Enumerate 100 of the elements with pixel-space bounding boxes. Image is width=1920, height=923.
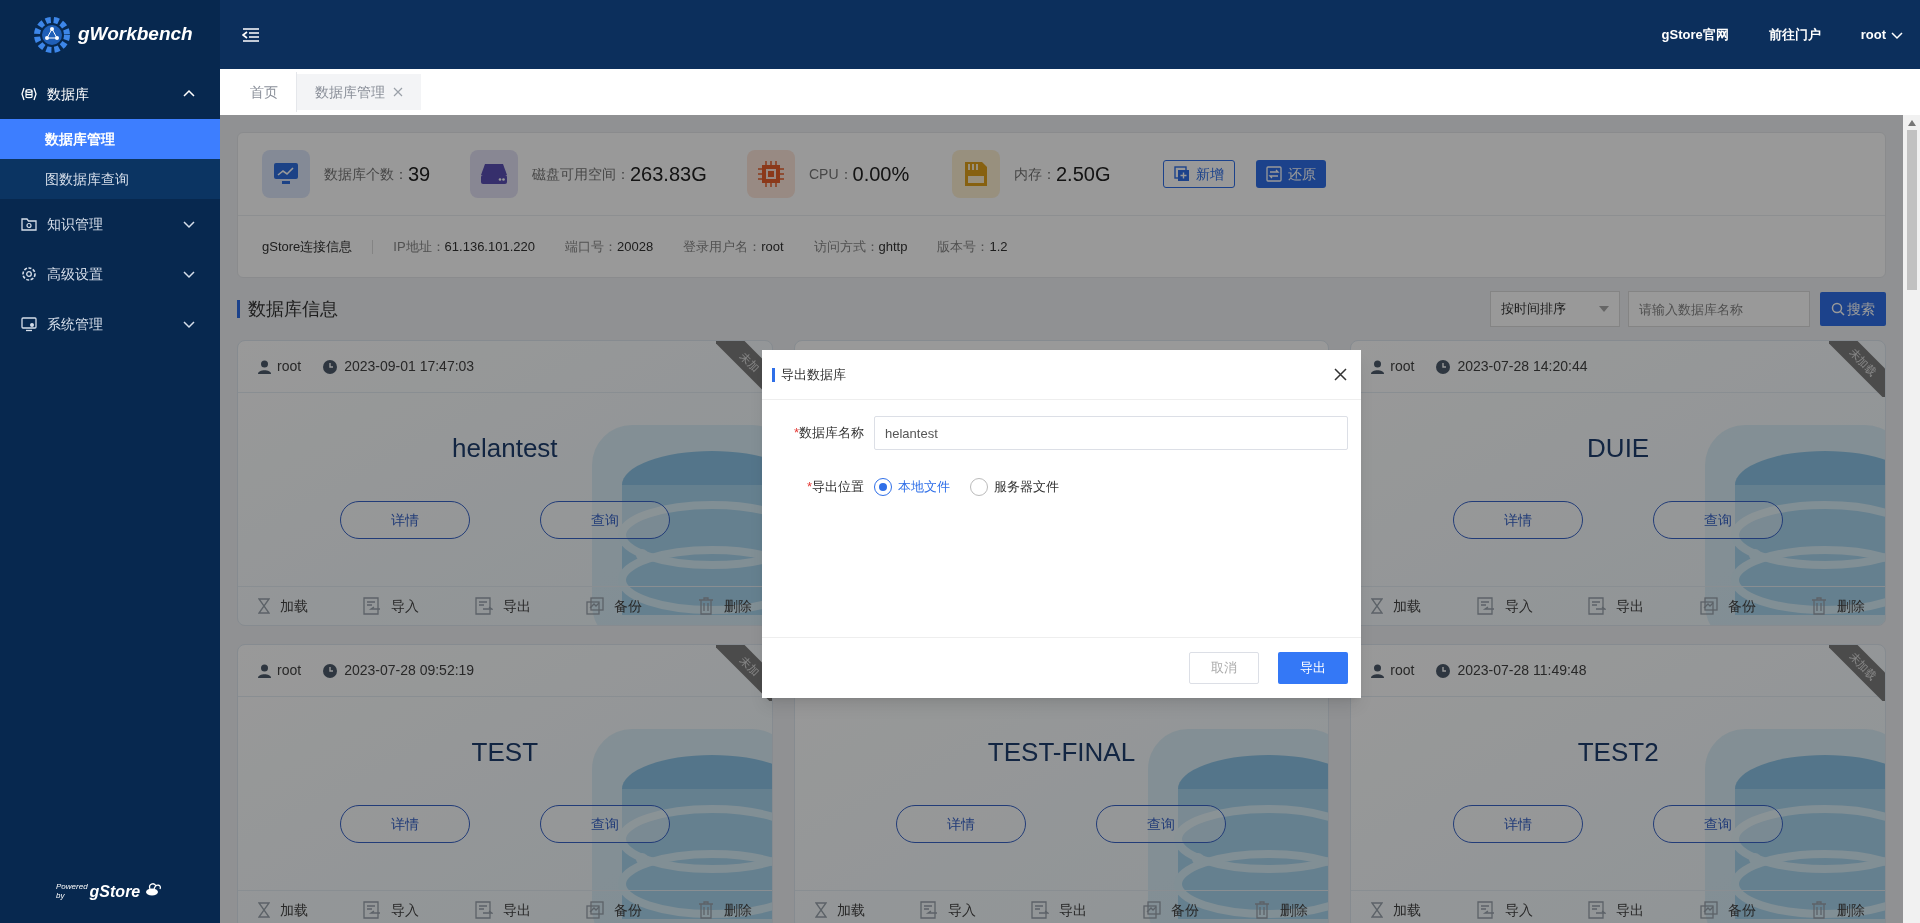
connection-field-value: 20028	[617, 237, 654, 256]
backup-icon	[1142, 901, 1161, 919]
restore-button[interactable]: 还原	[1256, 160, 1326, 188]
field-label: 导出位置	[812, 478, 864, 497]
database-name-field[interactable]: helantest	[874, 416, 1348, 450]
connection-field-value: 61.136.101.220	[444, 237, 535, 256]
card-tool-button[interactable]: 加载	[258, 899, 308, 921]
database-name: TEST	[471, 736, 539, 769]
search-icon	[1831, 302, 1845, 316]
card-tool-button[interactable]: 导出	[1031, 899, 1088, 921]
page-tab[interactable]: 数据库管理	[297, 74, 421, 110]
trash-icon	[1254, 901, 1271, 919]
card-tool-button[interactable]: 备份	[1699, 899, 1756, 921]
logo-icon	[32, 14, 72, 55]
connection-field-label: 访问方式：	[813, 237, 879, 256]
document-export-icon	[1588, 901, 1607, 919]
settings-icon	[21, 266, 37, 282]
card-tool-button[interactable]: 加载	[258, 595, 308, 617]
user-icon	[1371, 663, 1385, 678]
header-link[interactable]: gStore官网	[1661, 24, 1729, 45]
document-import-icon	[363, 597, 382, 615]
header-link[interactable]: 前往门户	[1768, 24, 1821, 45]
backup-icon	[1699, 597, 1718, 615]
menu-icon[interactable]	[242, 26, 260, 43]
clock-icon	[1436, 359, 1451, 374]
search-field[interactable]: 请输入数据库名称	[1628, 291, 1810, 327]
sidebar-menu-item[interactable]: 系统管理	[0, 299, 220, 349]
database-name: TEST-FINAL	[987, 736, 1136, 769]
card-tool-button[interactable]: 删除	[1254, 899, 1309, 921]
document-export-icon	[1588, 597, 1607, 615]
scrollbar[interactable]	[1903, 115, 1920, 923]
stat-value: 39	[408, 162, 431, 187]
sidebar-menu-item[interactable]: 高级设置	[0, 249, 220, 299]
connection-field-label: 版本号：	[937, 237, 990, 256]
backup-icon	[586, 901, 605, 919]
clock-icon	[323, 359, 338, 374]
powered-label: Powered	[56, 882, 88, 891]
clock-icon	[1436, 663, 1451, 678]
connection-field-label: 登录用户名：	[683, 237, 762, 256]
section-title: 数据库信息	[248, 297, 338, 321]
connection-field-value: root	[761, 237, 784, 256]
sidebar-menu-item[interactable]: 知识管理	[0, 199, 220, 249]
card-tool-button[interactable]: 备份	[586, 899, 643, 921]
card-tool-button[interactable]: 导出	[474, 899, 531, 921]
card-tool-button[interactable]: 备份	[1699, 595, 1756, 617]
hard-drive-icon	[480, 163, 508, 185]
sidebar-menu-item[interactable]: 数据库	[0, 69, 220, 119]
scrollbar-thumb[interactable]	[1906, 130, 1917, 290]
stat-label: 内存：	[1014, 164, 1056, 184]
add-button[interactable]: 新增	[1163, 160, 1235, 188]
card-tool-button[interactable]: 导入	[1476, 899, 1533, 921]
cancel-button[interactable]: 取消	[1189, 652, 1259, 684]
card-tool-button[interactable]: 删除	[697, 595, 752, 617]
caret-icon	[1599, 306, 1609, 312]
field-label: 数据库名称	[799, 424, 864, 443]
scroll-up-icon[interactable]	[1907, 120, 1916, 126]
sidebar-submenu-item[interactable]: 图数据库查询	[0, 159, 220, 199]
stat-value: 2.50G	[1056, 162, 1111, 187]
app-logo-text: gWorkbench	[78, 22, 193, 47]
card-tool-button[interactable]: 删除	[1810, 899, 1865, 921]
search-button[interactable]: 搜索	[1820, 292, 1886, 326]
stat-label: 数据库个数：	[324, 164, 408, 184]
card-tool-button[interactable]: 加载	[1371, 899, 1422, 921]
document-import-icon	[1476, 901, 1495, 919]
card-tool-button[interactable]: 加载	[1371, 595, 1422, 617]
monitor-chart-icon	[273, 162, 299, 186]
document-import-icon	[1476, 597, 1495, 615]
card-tool-button[interactable]: 导出	[1588, 595, 1645, 617]
sidebar-submenu-item[interactable]: 数据库管理	[0, 119, 220, 159]
memory-card-icon	[964, 161, 988, 187]
stat-value: 0.00%	[852, 162, 910, 187]
database-icon	[21, 86, 37, 102]
stat-label: CPU：	[809, 164, 853, 184]
clock-icon	[323, 663, 338, 678]
card-tool-button[interactable]: 导出	[474, 595, 531, 617]
stat-value: 263.83G	[630, 162, 707, 187]
card-tool-button[interactable]: 加载	[814, 899, 865, 921]
card-tool-button[interactable]: 删除	[1810, 595, 1865, 617]
trash-icon	[1810, 597, 1827, 615]
card-tool-button[interactable]: 导入	[920, 899, 977, 921]
card-tool-button[interactable]: 导入	[363, 899, 420, 921]
card-tool-button[interactable]: 导出	[1588, 899, 1645, 921]
card-tool-button[interactable]: 删除	[697, 899, 752, 921]
card-tool-button[interactable]: 备份	[1142, 899, 1199, 921]
document-export-icon	[474, 597, 493, 615]
hourglass-icon	[258, 902, 270, 918]
sort-select[interactable]: 按时间排序	[1490, 291, 1620, 327]
backup-icon	[586, 597, 605, 615]
card-tool-button[interactable]: 备份	[586, 595, 643, 617]
radio-option[interactable]: 本地文件	[874, 477, 950, 497]
card-owner: root	[1390, 661, 1415, 680]
card-owner: root	[277, 357, 302, 376]
user-menu[interactable]: root	[1860, 24, 1904, 45]
close-icon[interactable]	[1334, 368, 1347, 381]
database-name: helantest	[452, 432, 558, 465]
radio-option[interactable]: 服务器文件	[970, 477, 1059, 497]
export-button[interactable]: 导出	[1278, 652, 1348, 684]
card-tool-button[interactable]: 导入	[1476, 595, 1533, 617]
card-tool-button[interactable]: 导入	[363, 595, 420, 617]
cpu-chip-icon	[758, 161, 784, 187]
